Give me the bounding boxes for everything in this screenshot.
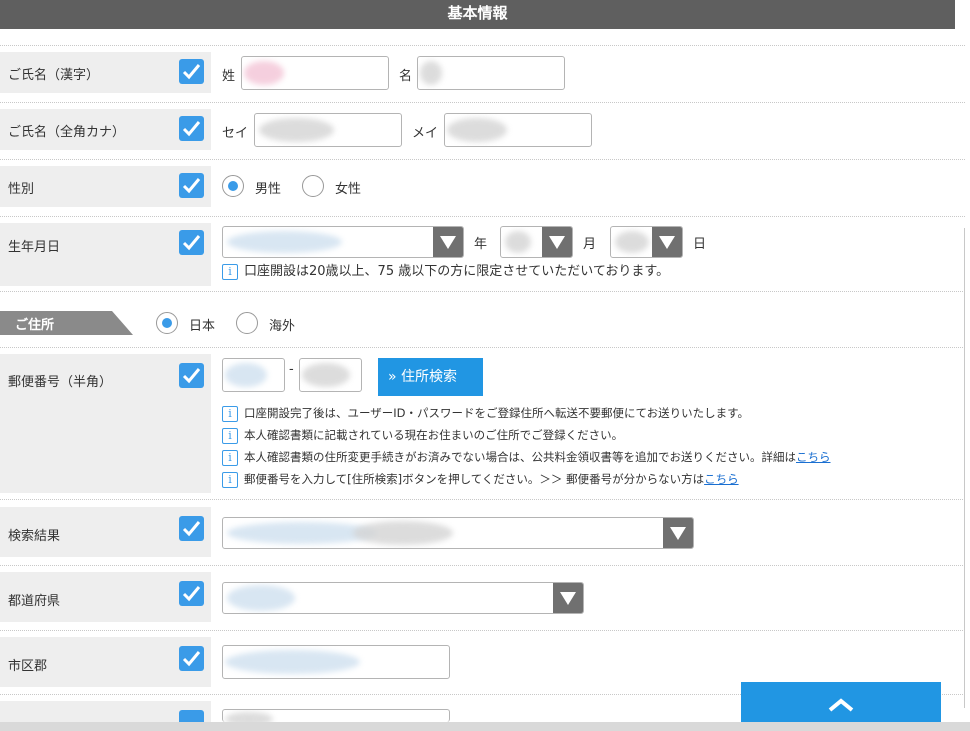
divider bbox=[0, 45, 965, 46]
required-checkbox[interactable] bbox=[179, 173, 204, 198]
city-input[interactable] bbox=[222, 645, 450, 679]
postal-note: i 本人確認書類の住所変更手続きがお済みでない場合は、公共料金領収書等を追加でお送… bbox=[222, 449, 831, 466]
sei-kanji-input[interactable] bbox=[241, 56, 389, 90]
label-cell: ご氏名（全角カナ） bbox=[0, 109, 211, 150]
postal-code-second-input[interactable] bbox=[299, 358, 362, 392]
info-icon: i bbox=[222, 263, 238, 280]
note-text: 本人確認書類の住所変更手続きがお済みでない場合は、公共料金領収書等を追加でお送り… bbox=[244, 450, 796, 464]
scrollbar-track bbox=[964, 228, 965, 708]
required-checkbox[interactable] bbox=[179, 646, 204, 671]
info-icon: i bbox=[222, 471, 238, 488]
chevron-down-icon bbox=[652, 227, 682, 257]
required-checkbox[interactable] bbox=[179, 363, 204, 388]
day-label: 日 bbox=[693, 237, 707, 252]
info-icon: i bbox=[222, 427, 238, 444]
label-cell: ご氏名（漢字） bbox=[0, 52, 211, 93]
field-label: 郵便番号（半角） bbox=[8, 375, 113, 390]
info-icon: i bbox=[222, 405, 238, 422]
chevron-up-icon bbox=[828, 698, 854, 712]
note-text: 本人確認書類に記載されている現在お住まいのご住所でご登録ください。 bbox=[244, 428, 624, 442]
required-checkbox[interactable] bbox=[179, 230, 204, 255]
address-overseas-radio[interactable] bbox=[236, 312, 258, 334]
address-japan-label: 日本 bbox=[189, 319, 216, 334]
postal-note: i 本人確認書類に記載されている現在お住まいのご住所でご登録ください。 bbox=[222, 427, 623, 444]
label-cell: 生年月日 bbox=[0, 223, 211, 286]
postal-code-first-input[interactable] bbox=[222, 358, 285, 392]
label-cell: 郵便番号（半角） bbox=[0, 354, 211, 493]
required-checkbox[interactable] bbox=[179, 116, 204, 141]
year-label: 年 bbox=[474, 237, 488, 252]
field-label: 検索結果 bbox=[8, 529, 61, 544]
info-icon: i bbox=[222, 449, 238, 466]
divider bbox=[0, 291, 965, 292]
sei-kana-input[interactable] bbox=[254, 113, 402, 147]
label-cell bbox=[0, 701, 211, 722]
address-search-button[interactable]: » 住所検索 bbox=[378, 358, 483, 396]
field-label: 市区郡 bbox=[8, 659, 48, 674]
divider bbox=[0, 347, 965, 348]
birth-month-select[interactable] bbox=[500, 226, 573, 258]
details-link[interactable]: こちら bbox=[796, 450, 831, 464]
divider bbox=[0, 102, 965, 103]
divider bbox=[0, 499, 965, 500]
postal-note: i 郵便番号を入力して[住所検索]ボタンを押してください。＞＞ 郵便番号が分からな… bbox=[222, 471, 739, 488]
required-checkbox[interactable] bbox=[179, 581, 204, 606]
postal-note: i 口座開設完了後は、ユーザーID・パスワードをご登録住所へ転送不要郵便にてお送り… bbox=[222, 405, 749, 422]
mei-label: 名 bbox=[399, 69, 413, 84]
chevron-down-icon bbox=[433, 227, 463, 257]
mei-kana-label: メイ bbox=[412, 126, 439, 141]
note-text: 口座開設完了後は、ユーザーID・パスワードをご登録住所へ転送不要郵便にてお送りい… bbox=[244, 406, 750, 420]
mei-kanji-input[interactable] bbox=[417, 56, 565, 90]
birth-year-select[interactable] bbox=[222, 226, 464, 258]
divider bbox=[0, 159, 965, 160]
birth-day-select[interactable] bbox=[610, 226, 683, 258]
postal-separator: - bbox=[289, 362, 294, 377]
gender-female-label: 女性 bbox=[335, 182, 362, 197]
mei-kana-input[interactable] bbox=[444, 113, 592, 147]
label-cell: 検索結果 bbox=[0, 507, 211, 557]
divider bbox=[0, 216, 965, 217]
month-label: 月 bbox=[583, 237, 597, 252]
prefecture-select[interactable] bbox=[222, 582, 584, 614]
search-result-select[interactable] bbox=[222, 517, 694, 549]
divider bbox=[0, 630, 965, 631]
birth-note: i 口座開設は20歳以上、75 歳以下の方に限定させていただいております。 bbox=[222, 260, 669, 280]
label-cell: 都道府県 bbox=[0, 572, 211, 622]
next-field-input[interactable] bbox=[222, 709, 450, 722]
gender-male-label: 男性 bbox=[255, 182, 282, 197]
divider bbox=[0, 565, 965, 566]
label-cell: 市区郡 bbox=[0, 637, 211, 687]
address-section-tag: ご住所 bbox=[0, 311, 133, 335]
chevron-down-icon bbox=[553, 583, 583, 613]
field-label: ご氏名（漢字） bbox=[8, 68, 100, 83]
note-text: 郵便番号を入力して[住所検索]ボタンを押してください。＞＞ 郵便番号が分からない… bbox=[244, 472, 705, 486]
field-label: ご氏名（全角カナ） bbox=[8, 125, 126, 140]
postal-lookup-link[interactable]: こちら bbox=[704, 472, 739, 486]
required-checkbox[interactable] bbox=[179, 710, 204, 722]
os-taskbar bbox=[0, 722, 970, 731]
address-overseas-label: 海外 bbox=[269, 319, 296, 334]
field-label: 生年月日 bbox=[8, 240, 61, 255]
required-checkbox[interactable] bbox=[179, 516, 204, 541]
gender-male-radio[interactable] bbox=[222, 175, 244, 197]
section-title: ご住所 bbox=[15, 318, 55, 333]
field-label: 性別 bbox=[8, 182, 35, 197]
sei-kana-label: セイ bbox=[222, 126, 249, 141]
field-label: 都道府県 bbox=[8, 594, 61, 609]
chevron-down-icon bbox=[663, 518, 693, 548]
label-cell: 性別 bbox=[0, 166, 211, 207]
section-header: 基本情報 bbox=[0, 0, 955, 29]
required-checkbox[interactable] bbox=[179, 59, 204, 84]
note-text: 口座開設は20歳以上、75 歳以下の方に限定させていただいております。 bbox=[244, 264, 670, 279]
sei-label: 姓 bbox=[222, 69, 236, 84]
address-japan-radio[interactable] bbox=[156, 312, 178, 334]
gender-female-radio[interactable] bbox=[302, 175, 324, 197]
chevron-down-icon bbox=[542, 227, 572, 257]
